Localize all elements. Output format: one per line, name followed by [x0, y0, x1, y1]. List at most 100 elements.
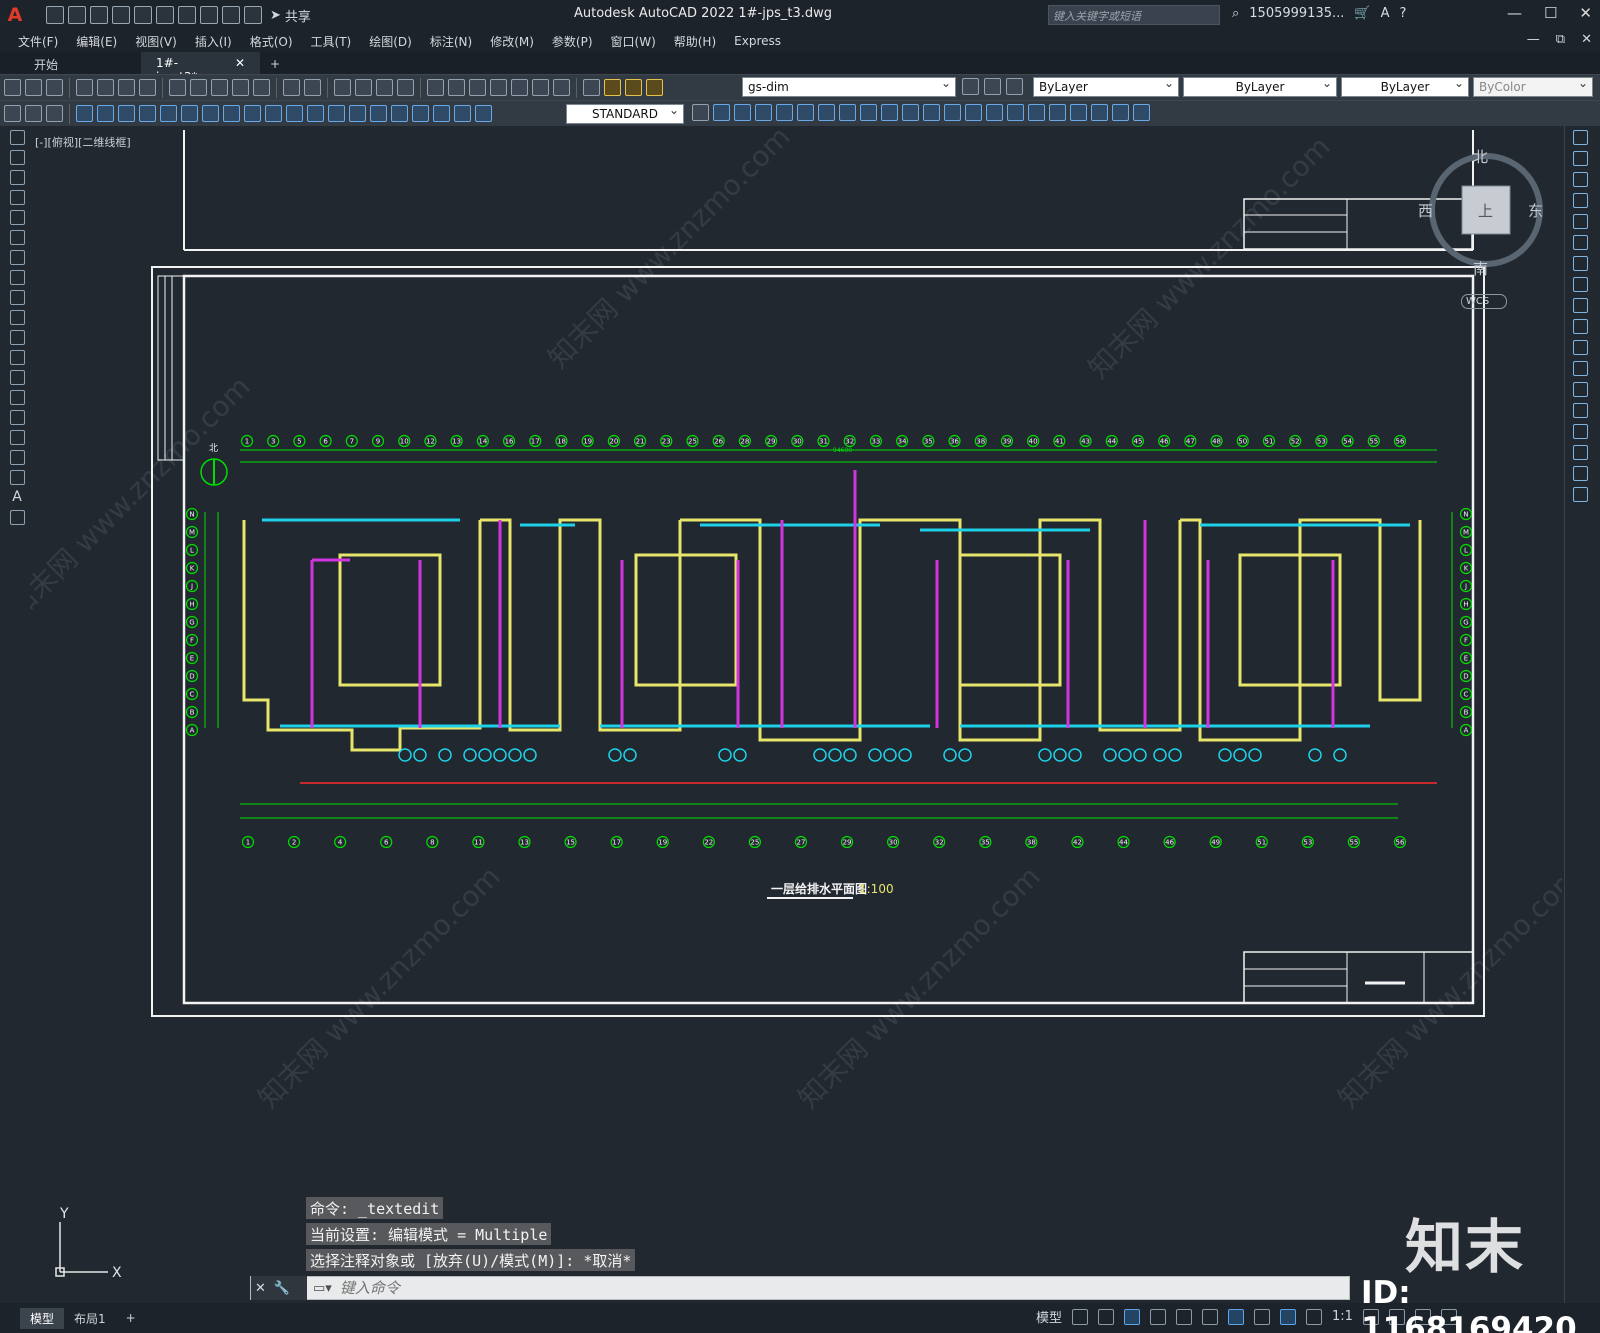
circle-icon[interactable] — [9, 250, 25, 265]
break-point-icon[interactable] — [1572, 361, 1588, 376]
lineweight-dropdown[interactable]: ByLayer — [1341, 76, 1469, 97]
doc-minimize-button[interactable]: — — [1527, 32, 1540, 47]
jogged-dim-icon[interactable] — [181, 105, 198, 122]
add-selected-icon[interactable] — [9, 510, 25, 525]
construction-line-icon[interactable] — [9, 150, 25, 165]
minimize-button[interactable]: — — [1507, 4, 1522, 22]
text-style-dropdown[interactable]: STANDARD — [566, 103, 684, 124]
layer-states-icon[interactable] — [1006, 78, 1023, 95]
erase-icon[interactable] — [713, 104, 730, 121]
model-space-button[interactable]: 模型 — [1036, 1307, 1062, 1326]
break-icon[interactable] — [1572, 382, 1588, 397]
properties-icon[interactable] — [427, 79, 444, 96]
compass-east[interactable]: 东 — [1528, 200, 1543, 221]
preview-icon[interactable] — [97, 79, 114, 96]
polyline-edit-icon[interactable] — [1091, 104, 1108, 121]
menu-edit[interactable]: 编辑(E) — [76, 33, 117, 50]
user-name[interactable]: 1505999135... — [1249, 6, 1344, 21]
dim-text-edit-icon[interactable] — [454, 105, 471, 122]
erase-icon[interactable] — [1572, 130, 1588, 145]
annotation-visibility-icon[interactable] — [1280, 1308, 1297, 1325]
compass-north[interactable]: 北 — [1473, 146, 1488, 167]
menu-draw[interactable]: 绘图(D) — [369, 33, 412, 50]
table-icon[interactable] — [9, 470, 25, 485]
qnew-icon[interactable] — [4, 79, 21, 96]
spline-icon[interactable] — [9, 290, 25, 305]
fillet-icon[interactable] — [1007, 104, 1024, 121]
join-icon[interactable] — [965, 104, 982, 121]
offset-icon[interactable] — [1572, 193, 1588, 208]
blend-icon[interactable] — [1028, 104, 1045, 121]
move-icon[interactable] — [1572, 235, 1588, 250]
undo-icon[interactable] — [200, 6, 218, 24]
menu-help[interactable]: 帮助(H) — [674, 33, 716, 50]
close-button[interactable]: ✕ — [1579, 4, 1592, 22]
jogged-linear-icon[interactable] — [412, 105, 429, 122]
bring-front-icon[interactable] — [25, 105, 42, 122]
menu-view[interactable]: 视图(V) — [135, 33, 177, 50]
redo-icon[interactable] — [222, 6, 240, 24]
3d-print-icon[interactable] — [139, 79, 156, 96]
snap-icon[interactable] — [1098, 1308, 1115, 1325]
dim-edit-icon[interactable] — [433, 105, 450, 122]
close-tab-icon[interactable]: ✕ — [235, 56, 245, 74]
linear-dim-icon[interactable] — [76, 105, 93, 122]
drawing-canvas[interactable]: 北 1 3 5 6 7 9 10 12 13 14 16 17 18 19 20 21 23 25 26 28 29 30… — [30, 126, 1562, 1306]
isodraft-icon[interactable] — [1176, 1308, 1193, 1325]
dim-style-icon[interactable] — [692, 104, 709, 121]
extend-icon[interactable] — [1572, 340, 1588, 355]
gradient-icon[interactable] — [9, 430, 25, 445]
redo-icon[interactable] — [304, 79, 321, 96]
layer-freeze-icon[interactable] — [625, 79, 642, 96]
wcs-menu[interactable]: WCS — [1461, 294, 1507, 309]
block-editor-icon[interactable] — [253, 79, 270, 96]
ellipse-arc-icon[interactable] — [9, 330, 25, 345]
open-file-icon[interactable] — [68, 6, 86, 24]
tab-layout1[interactable]: 布局1 — [64, 1308, 116, 1329]
break-icon[interactable] — [944, 104, 961, 121]
blend-curves-icon[interactable] — [1572, 466, 1588, 481]
chamfer-icon[interactable] — [986, 104, 1003, 121]
revision-cloud-icon[interactable] — [9, 270, 25, 285]
explode-icon[interactable] — [1572, 487, 1588, 502]
hatch-icon[interactable] — [9, 410, 25, 425]
array-icon[interactable] — [797, 104, 814, 121]
auto-scale-icon[interactable] — [1306, 1308, 1323, 1325]
copy-icon[interactable] — [1572, 151, 1588, 166]
save-as-icon[interactable] — [112, 6, 130, 24]
menu-express[interactable]: Express — [734, 34, 781, 48]
zoom-realtime-icon[interactable] — [355, 79, 372, 96]
radius-dim-icon[interactable] — [160, 105, 177, 122]
insert-block-icon[interactable] — [9, 350, 25, 365]
dim-break-icon[interactable] — [328, 105, 345, 122]
move-icon[interactable] — [818, 104, 835, 121]
tab-model[interactable]: 模型 — [20, 1307, 65, 1329]
cut-icon[interactable] — [169, 79, 186, 96]
quick-dim-icon[interactable] — [244, 105, 261, 122]
help-icon[interactable]: ? — [1399, 6, 1406, 21]
copy-object-icon[interactable] — [734, 104, 751, 121]
menu-dimension[interactable]: 标注(N) — [430, 33, 472, 50]
search-icon[interactable]: ⌕ — [1232, 6, 1239, 21]
save-icon[interactable] — [46, 79, 63, 96]
arc-length-icon[interactable] — [118, 105, 135, 122]
object-snap-tracking-icon[interactable] — [1202, 1308, 1219, 1325]
plot-icon[interactable] — [76, 79, 93, 96]
command-input[interactable] — [331, 1279, 1332, 1297]
color-dropdown[interactable]: ByLayer — [1033, 76, 1179, 97]
aligned-dim-icon[interactable] — [97, 105, 114, 122]
inspection-icon[interactable] — [391, 105, 408, 122]
new-tab-button[interactable]: + — [260, 54, 290, 74]
ortho-icon[interactable] — [1124, 1308, 1141, 1325]
a360-icon[interactable]: A — [1381, 6, 1390, 21]
polyline-icon[interactable] — [9, 170, 25, 185]
quickcalc-icon[interactable] — [532, 79, 549, 96]
send-back-icon[interactable] — [46, 105, 63, 122]
polar-icon[interactable] — [1150, 1308, 1167, 1325]
cart-icon[interactable]: 🛒 — [1354, 6, 1370, 21]
make-layer-current-icon[interactable] — [962, 78, 979, 95]
attribute-edit-icon[interactable] — [1133, 104, 1150, 121]
layer-on-icon[interactable] — [604, 79, 621, 96]
help-icon[interactable] — [553, 79, 570, 96]
zoom-previous-icon[interactable] — [397, 79, 414, 96]
